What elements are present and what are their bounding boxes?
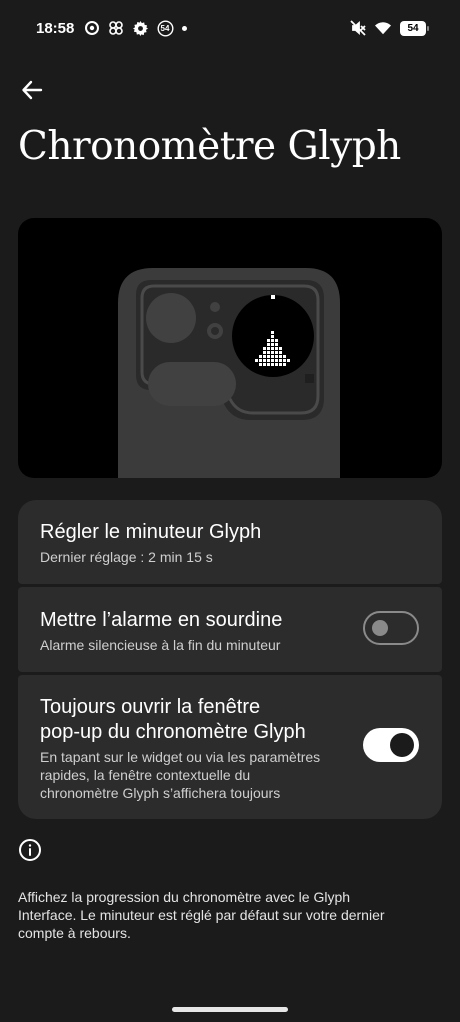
phone-illustration (118, 268, 340, 478)
mute-alarm-row[interactable]: Mettre l’alarme en sourdine Alarme silen… (18, 587, 442, 672)
gear-icon (132, 20, 148, 36)
set-timer-subtitle: Dernier réglage : 2 min 15 s (40, 549, 213, 565)
status-bar: 18:58 54 54 (0, 0, 460, 60)
status-right-icons: 54 (350, 20, 429, 36)
mute-alarm-title: Mettre l’alarme en sourdine (40, 609, 283, 631)
mute-icon (350, 20, 366, 36)
status-left-icons: 54 (84, 19, 187, 37)
back-button[interactable] (16, 74, 48, 106)
info-icon (19, 839, 41, 861)
badge-54-text: 54 (160, 23, 170, 33)
glyph-preview-image (18, 218, 442, 478)
info-text-line3: compte à rebours. (18, 925, 131, 941)
always-popup-subtitle-line2: rapides, la fenêtre contextuelle du (40, 767, 251, 783)
always-popup-subtitle-line3: chronomètre Glyph s’affichera toujours (40, 785, 281, 801)
always-popup-toggle[interactable] (363, 728, 419, 762)
always-popup-row[interactable]: Toujours ouvrir la fenêtre pop-up du chr… (18, 675, 442, 819)
pinwheel-icon (108, 20, 124, 36)
arrow-left-icon (22, 80, 43, 100)
page-title: Chronomètre Glyph (18, 124, 401, 169)
status-time: 18:58 (36, 20, 75, 37)
dot-icon (182, 25, 187, 31)
mute-alarm-toggle[interactable] (363, 611, 419, 645)
mute-alarm-subtitle: Alarme silencieuse à la fin du minuteur (40, 637, 281, 653)
badge-54-icon: 54 (156, 19, 174, 37)
toggle-knob (390, 733, 414, 757)
always-popup-subtitle-line1: En tapant sur le widget ou via les param… (40, 749, 321, 765)
set-timer-row[interactable]: Régler le minuteur Glyph Dernier réglage… (18, 500, 442, 584)
info-description: Affichez la progression du chronomètre a… (18, 888, 438, 942)
gesture-nav-handle[interactable] (172, 1007, 288, 1012)
always-popup-title-line2: pop-up du chronomètre Glyph (40, 721, 306, 743)
chrome-icon (84, 20, 100, 36)
always-popup-title-line1: Toujours ouvrir la fenêtre (40, 696, 261, 718)
info-text-line1: Affichez la progression du chronomètre a… (18, 889, 351, 905)
toggle-knob (372, 620, 388, 636)
set-timer-title: Régler le minuteur Glyph (40, 521, 262, 543)
wifi-icon (375, 20, 391, 36)
battery-icon: 54 (400, 20, 429, 36)
info-text-line2: Interface. Le minuteur est réglé par déf… (18, 907, 385, 923)
